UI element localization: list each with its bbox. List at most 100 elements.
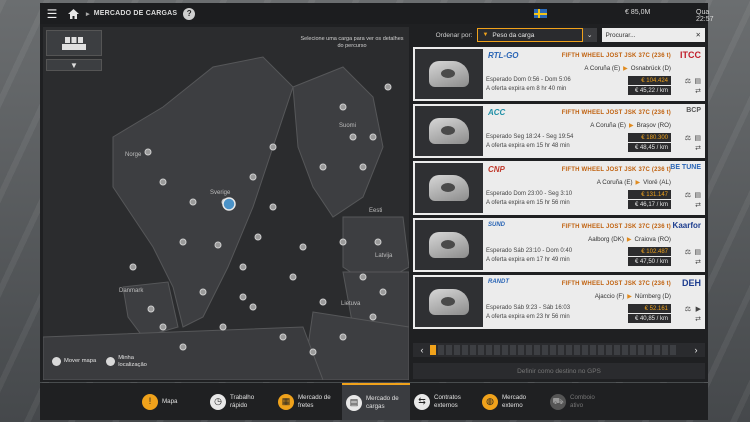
arrow-right-icon: ▶	[628, 123, 634, 129]
source-company-logo: RANDT	[488, 279, 509, 285]
globe-icon: ◍	[482, 393, 498, 410]
page-indicator[interactable]	[510, 345, 516, 355]
page-indicator[interactable]	[670, 345, 676, 355]
page-indicator[interactable]	[534, 345, 540, 355]
nav-label: Mercado externo	[502, 394, 527, 409]
nav-quick-job[interactable]: ◷ Trabalho rápido	[206, 383, 274, 420]
page-indicator[interactable]	[654, 345, 660, 355]
price-per-km: € 46,17 / km	[628, 200, 671, 209]
freight-icon: ▦	[278, 393, 294, 410]
map-panel[interactable]: Norge Sverige Suomi Eesti Latvija Danmar…	[43, 27, 409, 380]
page-indicator[interactable]	[646, 345, 652, 355]
map-label-sverige: Sverige	[210, 190, 231, 196]
weight-icon: ⚖	[684, 135, 691, 142]
pager: ‹ ›	[413, 343, 705, 357]
page-indicator[interactable]	[558, 345, 564, 355]
chevron-left-icon[interactable]: ‹	[416, 344, 428, 356]
page-indicator[interactable]	[614, 345, 620, 355]
cargo-name: FIFTH WHEEL JOST JSK 37C (236 t)	[561, 53, 671, 59]
page-indicator[interactable]	[438, 345, 444, 355]
cargo-name: FIFTH WHEEL JOST JSK 37C (236 t)	[561, 224, 671, 230]
chevron-down-icon[interactable]: ▼	[46, 59, 102, 71]
help-button[interactable]: ?	[183, 7, 196, 20]
page-indicator[interactable]	[590, 345, 596, 355]
map-label-latvija: Latvija	[375, 253, 393, 259]
sort-label: Ordenar por:	[435, 31, 473, 39]
page-indicator[interactable]	[598, 345, 604, 355]
sort-select[interactable]: ▼ Peso da carga	[477, 28, 583, 42]
page-indicator[interactable]	[494, 345, 500, 355]
route-type-icon: ⇄	[695, 202, 701, 209]
page-indicator[interactable]	[470, 345, 476, 355]
expected-time: Esperado Sáb 9:23 - Sáb 16:03	[486, 305, 571, 311]
page-indicator[interactable]	[526, 345, 532, 355]
page-indicator[interactable]	[550, 345, 556, 355]
route-type-icon: ⇄	[695, 259, 701, 266]
nav-freight-market[interactable]: ▦ Mercado de fretes	[274, 383, 342, 420]
page-indicator[interactable]	[462, 345, 468, 355]
set-gps-destination-button[interactable]: Definir como destino no GPS	[413, 363, 705, 379]
expected-time: Esperado Sáb 23:10 - Dom 0:40	[486, 248, 573, 254]
page-indicator[interactable]	[566, 345, 572, 355]
page-indicator[interactable]	[630, 345, 636, 355]
nav-label: Mercado de fretes	[298, 394, 331, 409]
map-label-norge: Norge	[125, 152, 142, 158]
offer-expiry: A oferta expira em 23 hr 56 min	[486, 314, 570, 320]
route-to: Nürnberg (D)	[634, 293, 671, 300]
route: A Coruña (E) ▶ Osnabrück (D)	[584, 65, 671, 72]
map-icon: !	[142, 393, 158, 410]
move-map-control[interactable]: Mover mapa	[52, 355, 96, 369]
cargo-card[interactable]: RANDT DEH FIFTH WHEEL JOST JSK 37C (236 …	[413, 275, 705, 329]
page-indicator[interactable]	[582, 345, 588, 355]
chevron-right-icon[interactable]: ›	[690, 344, 702, 356]
expected-time: Esperado Seg 18:24 - Seg 19:54	[486, 134, 574, 140]
cargo-card[interactable]: ACC BCP FIFTH WHEEL JOST JSK 37C (236 t)…	[413, 104, 705, 158]
hamburger-icon[interactable]: ☰	[40, 7, 64, 21]
breadcrumb: ▸ MERCADO DE CARGAS	[86, 10, 177, 18]
source-company-logo: ACC	[488, 108, 506, 117]
company-filter-button[interactable]	[46, 30, 102, 56]
page-indicator[interactable]	[486, 345, 492, 355]
expected-time: Esperado Dom 23:00 - Seg 3:10	[486, 191, 573, 197]
my-location-label: Minha localização	[118, 355, 147, 368]
page-indicator[interactable]	[606, 345, 612, 355]
breadcrumb-label: MERCADO DE CARGAS	[93, 10, 178, 17]
chevron-down-icon[interactable]: ⌄	[582, 28, 597, 42]
route-to: Osnabrück (D)	[630, 65, 671, 72]
cargo-card[interactable]: RTL-GO ITCC FIFTH WHEEL JOST JSK 37C (23…	[413, 47, 705, 101]
page-indicator[interactable]	[542, 345, 548, 355]
arrow-right-icon: ▶	[623, 66, 628, 72]
nav-external-market[interactable]: ◍ Mercado externo	[478, 383, 546, 420]
page-indicator[interactable]	[638, 345, 644, 355]
cargo-list: RTL-GO ITCC FIFTH WHEEL JOST JSK 37C (23…	[413, 47, 705, 332]
source-company-logo: RTL-GO	[488, 51, 519, 60]
page-indicator[interactable]	[518, 345, 524, 355]
nav-cargo-market[interactable]: ▤ Mercado de cargas	[342, 383, 410, 420]
route-type-icon: ⇄	[695, 145, 701, 152]
search-input[interactable]: Procurar... ✕	[601, 28, 705, 42]
page-indicator[interactable]	[502, 345, 508, 355]
page-indicator[interactable]	[446, 345, 452, 355]
cargo-card[interactable]: SUND Kaarfor FIFTH WHEEL JOST JSK 37C (2…	[413, 218, 705, 272]
page-indicator[interactable]	[430, 345, 436, 355]
source-company-logo: CNP	[488, 165, 505, 174]
nav-map[interactable]: ! Mapa	[138, 383, 206, 420]
page-indicator[interactable]	[622, 345, 628, 355]
page-indicator[interactable]	[454, 345, 460, 355]
nav-label: Mercado de cargas	[366, 395, 399, 410]
close-icon[interactable]: ✕	[696, 31, 701, 39]
cargo-name: FIFTH WHEEL JOST JSK 37C (236 t)	[561, 167, 671, 173]
location-icon	[106, 357, 116, 367]
route: Aalborg (DK) ▶ Craiova (RO)	[588, 236, 671, 243]
target-company-logo: Kaarfor	[672, 221, 701, 230]
my-location-control[interactable]: Minha localização	[106, 355, 152, 369]
home-icon[interactable]	[64, 8, 82, 19]
trailer-icon: ▤	[694, 249, 701, 256]
nav-external-contracts[interactable]: ⇆ Contratos externos	[410, 383, 478, 420]
nav-active-convoy: ⛟ Comboio ativo	[546, 383, 614, 420]
page-indicator[interactable]	[574, 345, 580, 355]
target-company-logo: BCP	[686, 107, 701, 114]
cargo-card[interactable]: CNP BE TUNE FIFTH WHEEL JOST JSK 37C (23…	[413, 161, 705, 215]
page-indicator[interactable]	[478, 345, 484, 355]
page-indicator[interactable]	[662, 345, 668, 355]
